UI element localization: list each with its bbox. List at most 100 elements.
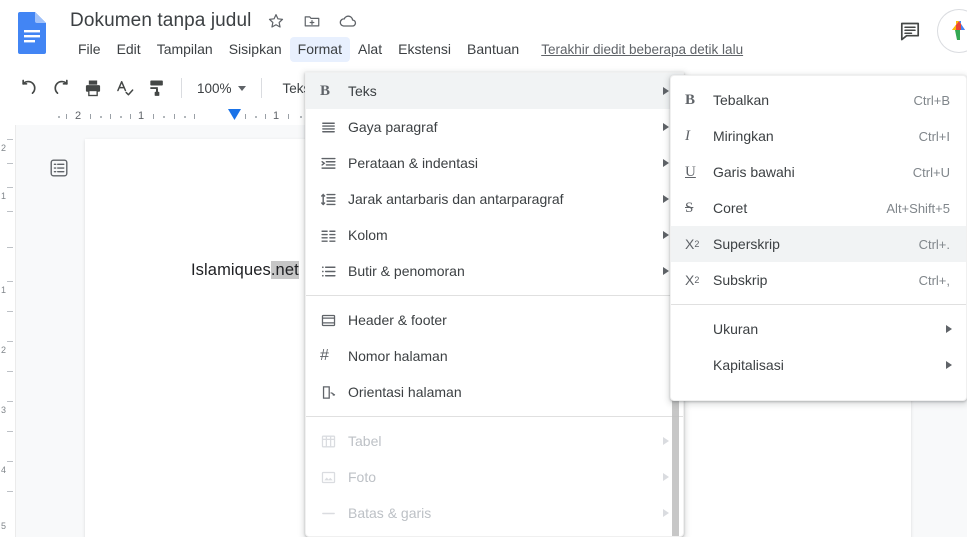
indent-marker[interactable]	[228, 109, 241, 120]
format-menu-item-tabel[interactable]: Tabel	[306, 423, 683, 459]
title-row: Dokumen tanpa judul	[70, 6, 359, 36]
menu-divider	[671, 304, 966, 305]
format-menu-item-foto[interactable]: Foto	[306, 459, 683, 495]
menu-item-label: Orientasi halaman	[348, 384, 462, 400]
menu-item-label: Coret	[713, 200, 748, 216]
menu-format[interactable]: Format	[289, 36, 350, 62]
last-edit-status[interactable]: Terakhir diedit beberapa detik lalu	[541, 42, 743, 57]
shortcut-label: Ctrl+U	[912, 164, 950, 180]
menu-item-label: Kolom	[348, 227, 388, 243]
paint-format-button[interactable]	[142, 73, 172, 103]
submenu-item-coret[interactable]: S Coret Alt+Shift+5	[671, 190, 966, 226]
submenu-item-miringkan[interactable]: I Miringkan Ctrl+I	[671, 118, 966, 154]
text-submenu-panel[interactable]: B Tebalkan Ctrl+B I Miringkan Ctrl+I U G…	[670, 75, 967, 401]
image-icon	[320, 469, 348, 486]
vruler-number: 4	[1, 465, 7, 475]
menu-divider	[306, 416, 683, 417]
undo-button[interactable]	[14, 73, 44, 103]
italic-icon: I	[685, 127, 690, 144]
menu-file[interactable]: File	[70, 37, 109, 62]
menu-edit[interactable]: Edit	[109, 37, 149, 62]
format-menu-item-butir-penomoran[interactable]: Butir & penomoran	[306, 253, 683, 289]
menu-ekstensi[interactable]: Ekstensi	[390, 37, 459, 62]
submenu-item-subskrip[interactable]: X2 Subskrip Ctrl+,	[671, 262, 966, 298]
star-icon[interactable]	[265, 10, 287, 32]
top-bar: Dokumen tanpa judul File Edit Tampilan S…	[0, 0, 967, 68]
page-orientation-icon	[320, 384, 348, 401]
shortcut-label: Alt+Shift+5	[886, 200, 950, 216]
vruler-number: 5	[1, 521, 7, 531]
menu-item-label: Butir & penomoran	[348, 263, 465, 279]
zoom-value: 100%	[197, 80, 232, 96]
zoom-control[interactable]: 100%	[191, 78, 252, 99]
vertical-ruler[interactable]: 2 1 1 2 3 4 5	[0, 125, 16, 537]
menu-item-label: Superskrip	[713, 236, 780, 252]
menu-item-label: Jarak antarbaris dan antarparagraf	[348, 191, 564, 207]
subscript-icon: X2	[685, 272, 700, 288]
shortcut-label: Ctrl+.	[918, 236, 950, 252]
borders-lines-icon	[320, 505, 348, 522]
chevron-right-icon	[663, 473, 669, 481]
move-to-folder-icon[interactable]	[301, 10, 323, 32]
menu-item-label: Ukuran	[713, 321, 759, 337]
menu-item-label: Teks	[348, 83, 377, 99]
chevron-right-icon	[946, 325, 952, 333]
print-button[interactable]	[78, 73, 108, 103]
submenu-item-ukuran[interactable]: Ukuran	[671, 311, 966, 347]
format-menu-item-orientasi-halaman[interactable]: Orientasi halaman	[306, 374, 683, 410]
docs-logo-icon[interactable]	[14, 10, 50, 56]
google-docs-window: Dokumen tanpa judul File Edit Tampilan S…	[0, 0, 967, 537]
document-outline-icon[interactable]	[45, 154, 73, 182]
document-body-text[interactable]: Islamiques.net	[191, 261, 299, 280]
format-menu-item-teks[interactable]: B Teks	[306, 73, 683, 109]
header-footer-icon	[320, 312, 348, 329]
doc-title[interactable]: Dokumen tanpa judul	[70, 10, 251, 32]
redo-button[interactable]	[46, 73, 76, 103]
chevron-right-icon	[663, 195, 669, 203]
ruler-number: 1	[137, 110, 145, 122]
format-menu-item-gaya-paragraf[interactable]: Gaya paragraf	[306, 109, 683, 145]
menu-bantuan[interactable]: Bantuan	[459, 37, 527, 62]
shortcut-label: Ctrl+,	[918, 272, 950, 288]
superscript-icon: X2	[685, 236, 700, 252]
submenu-item-tebalkan[interactable]: B Tebalkan Ctrl+B	[671, 82, 966, 118]
format-menu-item-jarak-antarbaris[interactable]: Jarak antarbaris dan antarparagraf	[306, 181, 683, 217]
menu-item-label: Foto	[348, 469, 377, 485]
menu-item-label: Perataan & indentasi	[348, 155, 478, 171]
cloud-saved-icon[interactable]	[337, 10, 359, 32]
format-menu-item-batas-garis[interactable]: Batas & garis	[306, 495, 683, 531]
menu-item-label: Subskrip	[713, 272, 768, 288]
paragraph-style-icon	[320, 119, 348, 136]
menu-item-label: Nomor halaman	[348, 348, 448, 364]
chevron-right-icon	[663, 231, 669, 239]
chevron-down-icon	[237, 85, 246, 91]
format-menu-panel[interactable]: B Teks Gaya paragraf Perataan & indentas…	[305, 72, 684, 537]
chevron-right-icon	[663, 437, 669, 445]
format-menu-item-perataan-indentasi[interactable]: Perataan & indentasi	[306, 145, 683, 181]
line-spacing-icon	[320, 191, 348, 208]
chevron-right-icon	[663, 87, 669, 95]
menu-bar: File Edit Tampilan Sisipkan Format Alat …	[70, 36, 743, 62]
submenu-item-superskrip[interactable]: X2 Superskrip Ctrl+.	[671, 226, 966, 262]
avatar[interactable]	[937, 9, 967, 53]
comment-icon[interactable]	[893, 14, 927, 48]
menu-item-label: Batas & garis	[348, 505, 432, 521]
format-menu-item-kolom[interactable]: Kolom	[306, 217, 683, 253]
menu-item-label: Kapitalisasi	[713, 357, 784, 373]
vruler-number: 2	[1, 143, 7, 153]
menu-item-label: Header & footer	[348, 312, 447, 328]
submenu-item-garis-bawahi[interactable]: U Garis bawahi Ctrl+U	[671, 154, 966, 190]
format-menu-item-nomor-halaman[interactable]: # Nomor halaman	[306, 338, 683, 374]
submenu-item-kapitalisasi[interactable]: Kapitalisasi	[671, 347, 966, 383]
format-menu-item-header-footer[interactable]: Header & footer	[306, 302, 683, 338]
menu-sisipkan[interactable]: Sisipkan	[221, 37, 290, 62]
vruler-number: 3	[1, 405, 7, 415]
menu-alat[interactable]: Alat	[350, 37, 390, 62]
spellcheck-button[interactable]	[110, 73, 140, 103]
vruler-number: 1	[1, 285, 7, 295]
alignment-indent-icon	[320, 155, 348, 172]
menu-tampilan[interactable]: Tampilan	[149, 37, 221, 62]
bold-icon: B	[685, 91, 696, 108]
vruler-number: 1	[1, 191, 7, 201]
menu-item-label: Tabel	[348, 433, 382, 449]
